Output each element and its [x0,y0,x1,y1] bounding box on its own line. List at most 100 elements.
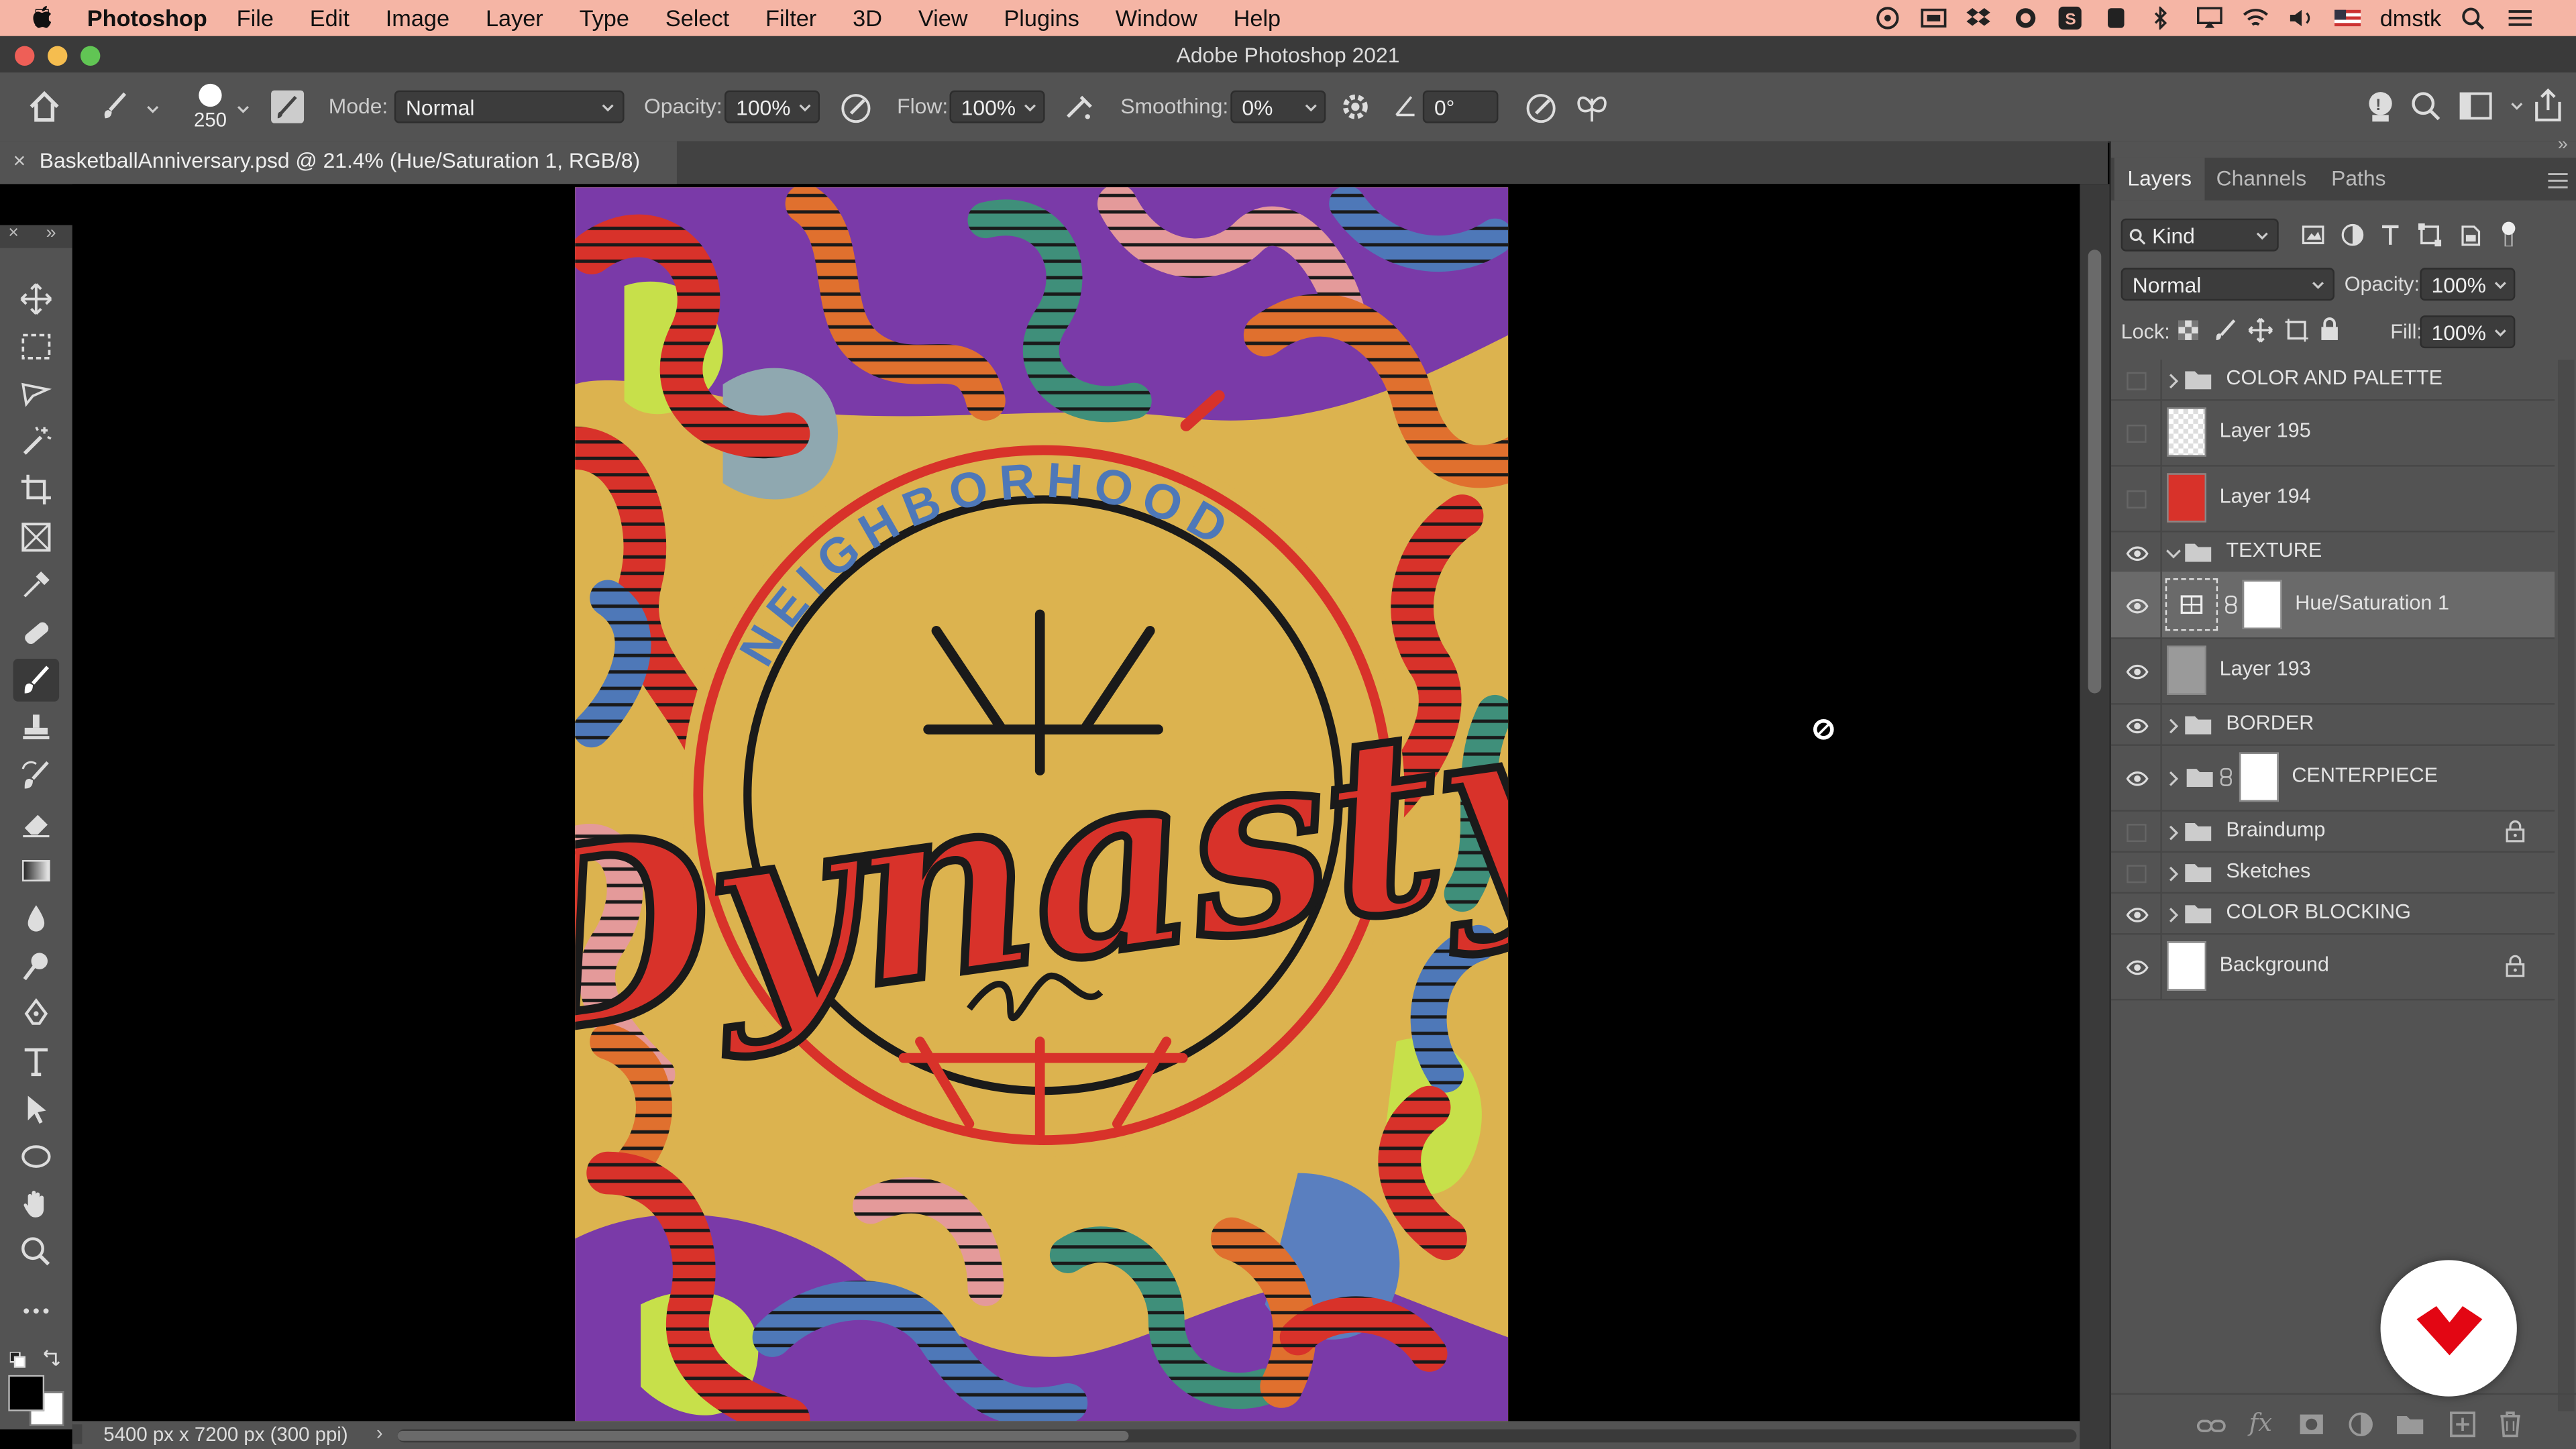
volume-icon[interactable] [2288,7,2314,30]
visibility-off-box[interactable] [2126,371,2149,390]
wifi-icon[interactable] [2242,7,2268,30]
flow-field[interactable]: 100% [949,90,1045,123]
lock-image-pixels-icon[interactable] [2214,319,2237,350]
delete-layer-icon[interactable] [2499,1411,2522,1446]
workspace-chevron-icon[interactable] [2510,102,2524,115]
layer-row[interactable]: Layer 195 [2110,399,2555,467]
toolbar-close-icon[interactable]: × [8,223,19,243]
layer-thumbnail[interactable] [2167,941,2206,991]
chevron-right-icon[interactable] [2165,716,2182,739]
angle-field[interactable]: 0° [1422,90,1499,123]
lock-position-icon[interactable] [2247,317,2273,352]
input-flag-icon[interactable] [2334,7,2361,30]
display-icon[interactable] [1920,7,1946,30]
layer-row[interactable]: Hue/Saturation 1 [2110,572,2555,639]
menu-filter[interactable]: Filter [765,5,816,31]
layer-row[interactable]: Background [2110,933,2555,1001]
s-app-icon[interactable]: S [2057,6,2084,30]
document-dimensions[interactable]: 5400 px x 7200 px (300 ppi) [103,1423,347,1446]
add-mask-icon[interactable] [2298,1413,2324,1444]
airplay-icon[interactable] [2196,7,2222,30]
eraser-tool-icon[interactable] [13,802,60,845]
layers-scrollbar[interactable] [2558,360,2575,1411]
history-brush-tool-icon[interactable] [13,754,60,797]
lock-artboard-icon[interactable] [2284,317,2310,352]
brush-tip-preview[interactable] [199,83,222,107]
layer-name[interactable]: Sketches [2226,859,2310,881]
spotlight-search-icon[interactable] [2461,7,2487,30]
visibility-eye-icon[interactable] [2126,769,2149,786]
tab-paths[interactable]: Paths [2318,158,2400,201]
menu-file[interactable]: File [237,5,274,31]
brush-tool-icon[interactable] [13,659,60,702]
document-tab[interactable]: × BasketballAnniversary.psd @ 21.4% (Hue… [0,141,677,184]
layer-row[interactable]: BORDER [2110,703,2555,746]
layer-name[interactable]: Background [2220,953,2329,975]
menu-window[interactable]: Window [1116,5,1197,31]
default-colors-icon[interactable] [9,1347,26,1377]
visibility-eye-icon[interactable] [2126,958,2149,975]
visibility-eye-icon[interactable] [2126,904,2149,922]
gradient-tool-icon[interactable] [13,849,60,892]
layer-opacity-field[interactable]: 100% [2420,268,2516,301]
layer-thumbnail[interactable] [2167,473,2206,523]
link-layers-icon[interactable] [2196,1415,2226,1444]
layer-filter-kind-dropdown[interactable]: Kind [2121,218,2279,252]
tab-channels[interactable]: Channels [2203,158,2320,201]
status-menu-chevron-icon[interactable]: › [376,1421,383,1444]
filter-adjustment-icon[interactable] [2341,223,2364,255]
layer-name[interactable]: TEXTURE [2226,538,2322,561]
clone-stamp-tool-icon[interactable] [13,706,60,749]
opacity-field[interactable]: 100% [724,90,820,123]
vertical-scrollbar[interactable] [2080,184,2110,1449]
close-tab-icon[interactable]: × [13,142,26,181]
layer-name[interactable]: BORDER [2226,710,2314,733]
brush-tool-preset-icon[interactable] [99,89,135,129]
close-window-button[interactable] [15,46,35,66]
document-canvas[interactable]: NEIGHBORHOOD Dynasty [575,187,1509,1421]
frame-tool-icon[interactable] [13,516,60,559]
menu-type[interactable]: Type [580,5,629,31]
dropbox-icon[interactable] [1966,7,1992,30]
smoothing-field[interactable]: 0% [1230,90,1326,123]
layer-row[interactable]: Layer 194 [2110,465,2555,533]
layer-name[interactable]: Layer 195 [2220,419,2311,441]
filter-shape-icon[interactable] [2418,223,2442,255]
chevron-down-icon[interactable] [146,105,160,119]
layer-name[interactable]: Layer 193 [2220,657,2311,680]
layer-row[interactable]: TEXTURE [2110,531,2555,574]
new-layer-icon[interactable] [2449,1411,2476,1446]
layer-row[interactable]: CENTERPIECE [2110,744,2555,812]
lock-all-icon[interactable] [2320,317,2339,350]
panel-menu-icon[interactable] [2548,168,2568,197]
layer-row[interactable]: Sketches [2110,851,2555,894]
layer-thumbnail[interactable] [2167,645,2206,695]
pressure-opacity-icon[interactable] [838,91,874,131]
panel-collapse-icon[interactable]: » [2558,135,2568,154]
pressure-size-icon[interactable] [1523,91,1559,131]
fill-field[interactable]: 100% [2420,315,2516,349]
lock-transparent-pixels-icon[interactable] [2177,319,2200,350]
healing-brush-tool-icon[interactable] [13,611,60,654]
visibility-eye-icon[interactable] [2126,716,2149,733]
mode-dropdown[interactable]: Normal [394,90,625,123]
move-tool-icon[interactable] [13,278,60,321]
share-icon[interactable] [2532,87,2565,128]
marquee-tool-icon[interactable] [13,325,60,368]
layer-name[interactable]: COLOR AND PALETTE [2226,366,2443,389]
magic-wand-tool-icon[interactable] [13,421,60,464]
layer-row[interactable]: Layer 193 [2110,637,2555,705]
toolbar-expand-icon[interactable]: » [46,223,56,243]
visibility-eye-icon[interactable] [2126,543,2149,560]
layer-mask-thumbnail[interactable] [2239,752,2279,802]
apple-logo-icon[interactable] [32,5,54,31]
hand-tool-icon[interactable] [13,1183,60,1226]
layer-name[interactable]: Braindump [2226,817,2325,840]
visibility-eye-icon[interactable] [2126,596,2149,614]
layer-name[interactable]: Layer 194 [2220,484,2311,507]
menu-image[interactable]: Image [386,5,449,31]
chevron-right-icon[interactable] [2165,769,2182,792]
ellipse-tool-icon[interactable] [13,1135,60,1178]
layer-thumbnail[interactable] [2167,407,2206,457]
swap-colors-icon[interactable] [41,1346,60,1375]
